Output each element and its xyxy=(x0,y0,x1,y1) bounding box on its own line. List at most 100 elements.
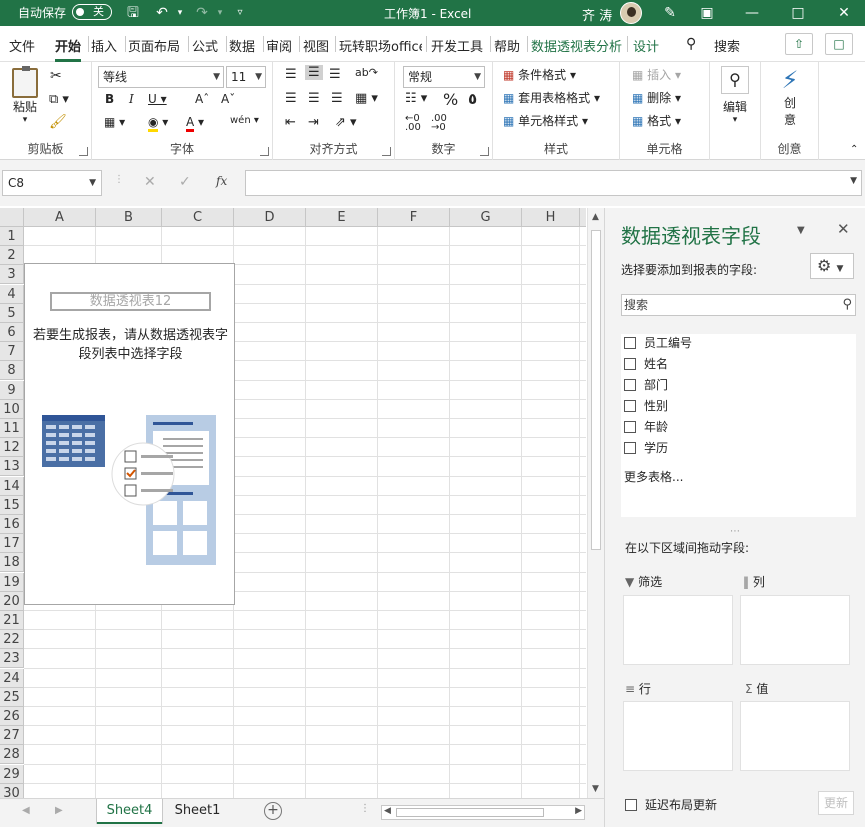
underline-button[interactable]: U ▾ xyxy=(148,92,167,106)
field-search-input[interactable]: 搜索 ⚲ xyxy=(621,294,856,316)
column-header[interactable]: E xyxy=(306,208,378,227)
close-pane-icon[interactable]: ✕ xyxy=(837,220,850,238)
orientation-icon[interactable]: ab↷ xyxy=(355,66,378,79)
tab-view[interactable]: 视图 xyxy=(303,36,329,55)
tab-split-icon[interactable]: ⋮ xyxy=(360,803,370,814)
decrease-font-button[interactable]: Aˇ xyxy=(221,92,235,106)
pane-splitter-icon[interactable]: ⋯ xyxy=(730,526,741,537)
scroll-right-icon[interactable]: ▶ xyxy=(575,806,582,816)
row-header[interactable]: 5 xyxy=(0,303,24,323)
scroll-up-icon[interactable]: ▲ xyxy=(592,212,599,222)
field-item[interactable]: 姓名 xyxy=(624,355,668,373)
tab-page-layout[interactable]: 页面布局 xyxy=(128,36,180,55)
decrease-decimal-icon[interactable]: .00 →0 xyxy=(431,114,447,133)
defer-update-option[interactable]: 延迟布局更新 xyxy=(625,796,717,813)
row-header[interactable]: 15 xyxy=(0,495,24,515)
cancel-entry-icon[interactable]: ✕ xyxy=(144,174,156,190)
row-header[interactable]: 13 xyxy=(0,457,24,477)
editing-button[interactable]: ⚲ 编辑 ▾ xyxy=(718,66,752,125)
tab-formulas[interactable]: 公式 xyxy=(192,36,218,55)
name-box[interactable]: C8 ▼ xyxy=(2,170,102,196)
tab-developer[interactable]: 开发工具 xyxy=(431,36,483,55)
borders-icon[interactable]: ▦ ▾ xyxy=(104,115,125,129)
row-header[interactable]: 21 xyxy=(0,611,24,630)
field-item[interactable]: 性别 xyxy=(624,397,668,415)
percent-icon[interactable]: % xyxy=(443,90,458,109)
sheet-tab-sheet1[interactable]: Sheet1 xyxy=(165,799,230,824)
row-header[interactable]: 12 xyxy=(0,438,24,458)
copy-icon[interactable]: ⧉ ▾ xyxy=(49,92,69,107)
tab-data[interactable]: 数据 xyxy=(229,36,255,55)
tab-home[interactable]: 开始 xyxy=(55,36,82,62)
field-item[interactable]: 员工编号 xyxy=(624,334,692,352)
align-top-icon[interactable]: ☰ xyxy=(285,67,297,82)
row-header[interactable]: 3 xyxy=(0,265,24,285)
font-launcher-icon[interactable] xyxy=(260,147,269,156)
field-item[interactable]: 年龄 xyxy=(624,418,668,436)
next-sheet-icon[interactable]: ▶ xyxy=(55,805,63,816)
row-header[interactable]: 29 xyxy=(0,764,24,784)
prev-sheet-icon[interactable]: ◀ xyxy=(22,805,30,816)
undo-icon[interactable]: ↶ xyxy=(152,3,172,23)
font-name-combo[interactable]: 等线 ▼ xyxy=(98,66,224,88)
font-color-icon[interactable]: A ▾ xyxy=(186,115,204,132)
close-icon[interactable]: ✕ xyxy=(834,3,854,23)
cut-icon[interactable]: ✂ xyxy=(50,68,62,84)
filter-drop-zone[interactable] xyxy=(623,595,733,665)
clipboard-launcher-icon[interactable] xyxy=(79,147,88,156)
minimize-icon[interactable]: — xyxy=(742,3,762,23)
align-right-icon[interactable]: ☰ xyxy=(331,91,343,106)
italic-button[interactable]: I xyxy=(129,92,134,106)
save-icon[interactable]: 🖫 xyxy=(123,3,143,23)
column-header[interactable]: D xyxy=(234,208,306,227)
field-checkbox[interactable] xyxy=(624,442,636,454)
rows-drop-zone[interactable] xyxy=(623,701,733,771)
merge-center-icon[interactable]: ▦ ▾ xyxy=(355,91,378,106)
row-header[interactable]: 26 xyxy=(0,707,24,726)
horizontal-scrollbar[interactable]: ◀ ▶ xyxy=(381,805,585,820)
row-header[interactable]: 6 xyxy=(0,323,24,342)
cell-styles-button[interactable]: ▦ 单元格样式 ▾ xyxy=(503,112,588,129)
tab-insert[interactable]: 插入 xyxy=(91,36,117,55)
row-header[interactable]: 11 xyxy=(0,419,24,438)
scroll-down-icon[interactable]: ▼ xyxy=(592,784,599,794)
row-header[interactable]: 17 xyxy=(0,534,24,554)
row-header[interactable]: 23 xyxy=(0,649,24,669)
sheet-tab-sheet4[interactable]: Sheet4 xyxy=(97,799,162,824)
column-header[interactable]: A xyxy=(24,208,96,227)
row-header[interactable]: 7 xyxy=(0,342,24,362)
select-all-corner[interactable] xyxy=(0,208,24,227)
delete-cells-button[interactable]: ▦ 删除 ▾ xyxy=(632,89,681,106)
comma-style-icon[interactable]: ٥ xyxy=(468,90,477,108)
worksheet-grid[interactable]: ABCDEFGH 1 2 3 4 5 6 7 8 9 10 11 12 13 14 15 16 17 18 19 20… xyxy=(0,208,586,798)
increase-decimal-icon[interactable]: ←0.00 xyxy=(405,114,421,133)
paste-button[interactable]: 粘贴 ▾ xyxy=(9,66,41,125)
values-drop-zone[interactable] xyxy=(740,701,850,771)
more-tables-link[interactable]: 更多表格... xyxy=(624,468,683,485)
column-header[interactable]: B xyxy=(96,208,162,227)
row-header[interactable]: 8 xyxy=(0,361,24,381)
tab-pivot-analyze[interactable]: 数据透视表分析 xyxy=(531,36,622,55)
accounting-format-icon[interactable]: ☷ ▾ xyxy=(405,91,427,106)
tell-me-search[interactable]: 搜索 xyxy=(714,36,740,55)
field-item[interactable]: 学历 xyxy=(624,439,668,457)
field-checkbox[interactable] xyxy=(624,400,636,412)
row-header[interactable]: 14 xyxy=(0,476,24,496)
row-header[interactable]: 25 xyxy=(0,687,24,707)
row-header[interactable]: 16 xyxy=(0,515,24,534)
field-checkbox[interactable] xyxy=(624,358,636,370)
row-header[interactable]: 18 xyxy=(0,553,24,573)
tab-review[interactable]: 审阅 xyxy=(266,36,292,55)
row-header[interactable]: 19 xyxy=(0,572,24,592)
vertical-scroll-thumb[interactable] xyxy=(591,230,601,550)
number-launcher-icon[interactable] xyxy=(480,147,489,156)
number-format-combo[interactable]: 常规 ▼ xyxy=(403,66,485,88)
collapse-ribbon-icon[interactable]: ⌃ xyxy=(850,144,858,155)
gear-icon[interactable]: ⚙ ▼ xyxy=(810,253,854,279)
update-button[interactable]: 更新 xyxy=(818,791,854,815)
tab-design[interactable]: 设计 xyxy=(633,36,659,55)
pane-options-icon[interactable]: ▼ xyxy=(797,225,805,236)
row-header[interactable]: 4 xyxy=(0,284,24,304)
font-size-combo[interactable]: 11 ▼ xyxy=(226,66,266,88)
share-button[interactable]: ⇧ xyxy=(785,33,813,55)
